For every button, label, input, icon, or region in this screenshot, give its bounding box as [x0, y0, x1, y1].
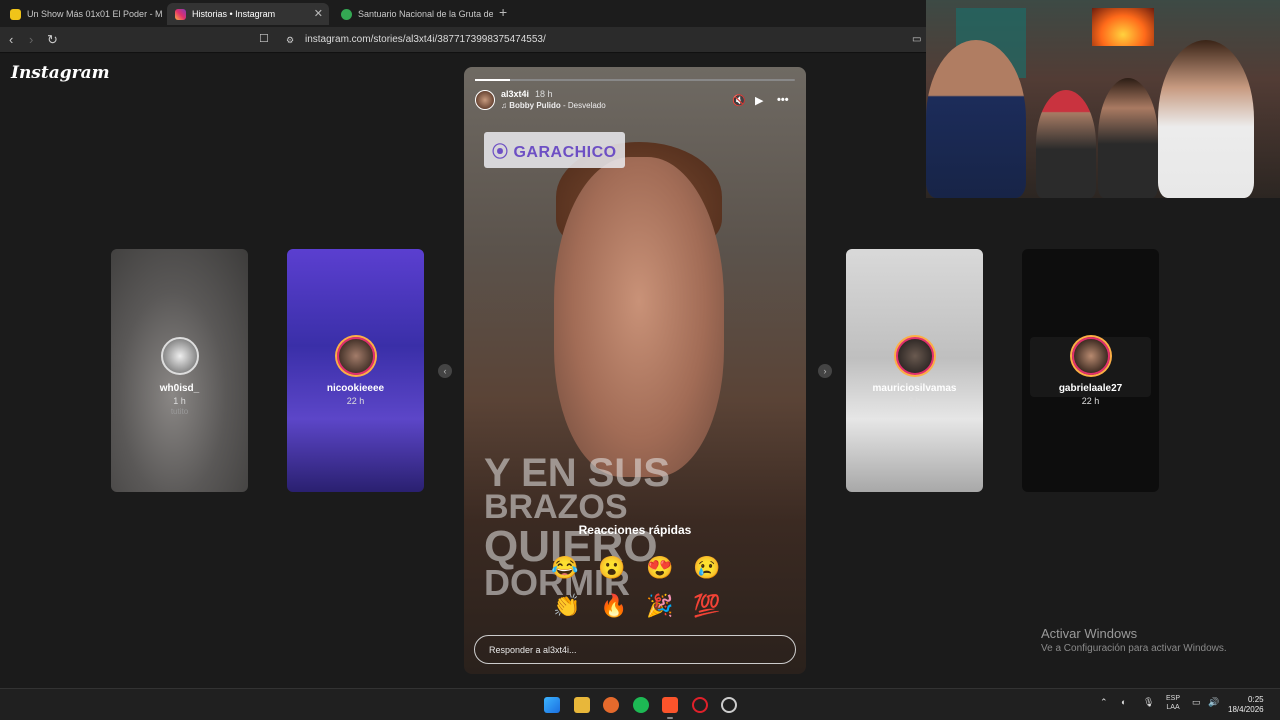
webcam-overlay	[926, 0, 1280, 198]
location-label: GARACHICO	[513, 144, 617, 161]
overlay-text-line-1: Y EN SUS	[484, 451, 670, 495]
language-indicator[interactable]: ESP LAA	[1166, 694, 1180, 712]
tab-label: Santuario Nacional de la Gruta de Lo	[358, 9, 493, 19]
quick-reactions-title: Reacciones rápidas	[578, 523, 692, 537]
clock-time: 0:25	[1248, 695, 1264, 704]
mute-icon[interactable]: 🔇	[732, 94, 746, 107]
activate-windows-title: Activar Windows	[1041, 626, 1138, 641]
back-icon[interactable]: ‹	[9, 32, 13, 47]
app-icon[interactable]	[603, 697, 619, 713]
main-story-viewer[interactable]: al3xt4i 18 h ♫ Bobby Pulido - Desvelado 🔇…	[464, 67, 806, 674]
url-field[interactable]: instagram.com/stories/al3xt4i/3877173998…	[305, 34, 546, 45]
spotify-icon[interactable]	[633, 697, 649, 713]
reaction-laugh-icon[interactable]: 😂	[551, 557, 578, 579]
clock-date: 18/4/2026	[1228, 705, 1264, 715]
network-icon[interactable]: ▭	[1192, 697, 1201, 708]
microphone-icon[interactable]: 🎙	[1143, 697, 1154, 708]
location-sticker[interactable]: ⦿ GARACHICO	[484, 132, 625, 168]
forward-icon[interactable]: ›	[29, 32, 33, 47]
site-info-icon[interactable]: ⚙	[286, 35, 294, 46]
location-pin-icon: ⦿	[492, 144, 514, 161]
avatar	[160, 337, 199, 375]
story-music[interactable]: ♫ Bobby Pulido - Desvelado	[501, 101, 606, 110]
story-caption: tutito	[170, 407, 189, 416]
close-tab-icon[interactable]: ✕	[314, 7, 323, 20]
reaction-clap-icon[interactable]: 👏	[553, 595, 580, 617]
avatar	[1071, 337, 1110, 375]
tray-app-icon[interactable]: ◐	[1121, 697, 1126, 707]
story-time: 6 h	[908, 396, 921, 406]
music-artist: Bobby Pulido	[509, 101, 561, 110]
start-menu-icon[interactable]	[544, 697, 560, 713]
story-username: mauriciosilvamas	[872, 383, 957, 394]
system-clock[interactable]: 0:25 18/4/2026	[1228, 695, 1264, 716]
maps-favicon-icon	[341, 8, 352, 20]
story-time: 1 h	[173, 396, 186, 406]
site-favicon-icon	[10, 8, 21, 20]
activate-windows-subtitle: Ve a Configuración para activar Windows.	[1041, 643, 1227, 654]
reply-input[interactable]: Responder a al3xt4i...	[474, 635, 796, 664]
story-username: gabrielaale27	[1058, 383, 1123, 394]
language-code: ESP	[1166, 695, 1181, 702]
reaction-sad-icon[interactable]: 😢	[693, 557, 720, 579]
next-story-button[interactable]: ›	[818, 364, 832, 378]
play-icon[interactable]: ▶	[755, 94, 763, 107]
story-header: al3xt4i 18 h ♫ Bobby Pulido - Desvelado 🔇…	[475, 88, 795, 112]
story-author-name: al3xt4i	[501, 89, 530, 99]
cast-icon[interactable]: ▭	[912, 34, 921, 45]
reaction-surprised-icon[interactable]: 😮	[598, 557, 625, 579]
story-preview-gabrielaale27[interactable]: gabrielaale27 22 h	[1022, 249, 1159, 492]
music-separator: -	[560, 101, 568, 110]
brave-browser-icon[interactable]	[662, 697, 678, 713]
story-progress-bar	[475, 79, 795, 81]
obs-icon[interactable]	[721, 697, 737, 713]
story-author[interactable]: al3xt4i 18 h	[501, 89, 553, 99]
story-preview-mauriciosilvamas[interactable]: mauriciosilvamas 6 h	[846, 249, 983, 492]
instagram-logo[interactable]: Instagram	[11, 63, 110, 83]
story-photo-face	[554, 157, 724, 477]
reaction-fire-icon[interactable]: 🔥	[600, 595, 627, 617]
reaction-heart-eyes-icon[interactable]: 😍	[646, 557, 673, 579]
reaction-party-icon[interactable]: 🎉	[646, 595, 673, 617]
avatar	[895, 337, 934, 375]
active-app-indicator	[667, 717, 673, 719]
volume-icon[interactable]: 🔊	[1208, 697, 1219, 708]
webcam-person-1	[926, 40, 1026, 198]
tab-un-show-mas[interactable]: Un Show Más 01x01 El Poder - Mis C	[2, 3, 162, 25]
story-preview-nicookieeee[interactable]: nicookieeee 22 h	[287, 249, 424, 492]
tab-instagram-stories[interactable]: Historias • Instagram ✕	[167, 3, 329, 25]
story-time: 22 h	[1081, 396, 1100, 406]
avatar	[336, 337, 375, 375]
windows-taskbar: ⌃ ◐ 🎙 ESP LAA ▭ 🔊 0:25 18/4/2026	[0, 688, 1280, 720]
keyboard-layout: LAA	[1166, 704, 1180, 712]
story-age: 18 h	[535, 89, 553, 99]
opera-icon[interactable]	[692, 697, 708, 713]
new-tab-icon[interactable]: +	[499, 4, 507, 20]
bookmark-icon[interactable]: ☐	[259, 32, 269, 45]
file-explorer-icon[interactable]	[574, 697, 590, 713]
webcam-person-2	[1036, 90, 1096, 198]
story-preview-wh0isd[interactable]: wh0isd_ 1 h tutito	[111, 249, 248, 492]
more-options-icon[interactable]: •••	[777, 94, 789, 106]
webcam-fireplace	[1092, 8, 1154, 46]
instagram-favicon-icon	[175, 8, 186, 20]
previous-story-button[interactable]: ‹	[438, 364, 452, 378]
music-icon: ♫	[501, 101, 510, 110]
music-song: Desvelado	[567, 101, 606, 110]
tab-santuario[interactable]: Santuario Nacional de la Gruta de Lo	[333, 3, 493, 25]
overlay-text-line-2: BRAZOS	[484, 488, 628, 526]
tab-label: Un Show Más 01x01 El Poder - Mis C	[27, 9, 162, 19]
story-author-avatar[interactable]	[475, 90, 495, 110]
reaction-100-icon[interactable]: 💯	[693, 595, 720, 617]
story-username: wh0isd_	[159, 383, 200, 394]
reload-icon[interactable]: ↻	[47, 32, 58, 48]
webcam-person-4	[1158, 40, 1254, 198]
tab-label: Historias • Instagram	[192, 9, 276, 19]
story-username: nicookieeee	[326, 383, 385, 394]
show-hidden-icons-icon[interactable]: ⌃	[1100, 697, 1108, 708]
story-time: 22 h	[346, 396, 365, 406]
webcam-person-3	[1098, 78, 1158, 198]
